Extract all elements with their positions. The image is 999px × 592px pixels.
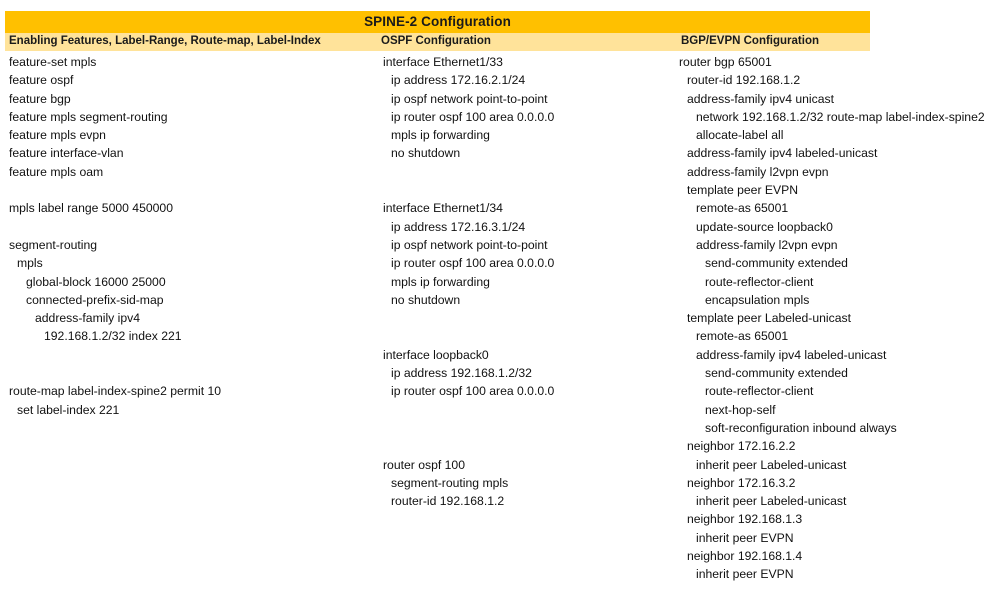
config-line: neighbor 172.16.2.2 bbox=[687, 439, 796, 454]
config-spacer bbox=[9, 364, 379, 382]
config-line: address-family ipv4 labeled-unicast bbox=[687, 146, 878, 161]
config-spacer bbox=[383, 419, 683, 437]
column-header-row: Enabling Features, Label-Range, Route-ma… bbox=[5, 33, 870, 51]
config-line: route-map label-index-spine2 permit 10 bbox=[9, 384, 222, 399]
config-line: soft-reconfiguration inbound always bbox=[705, 420, 897, 435]
config-line: neighbor 192.168.1.3 bbox=[687, 512, 803, 527]
config-line: feature mpls segment-routing bbox=[9, 109, 168, 124]
config-line: address-family l2vpn evpn bbox=[696, 237, 838, 252]
config-line: interface Ethernet1/33 bbox=[383, 55, 503, 69]
config-line: ip ospf network point-to-point bbox=[391, 91, 548, 106]
config-spacer bbox=[383, 401, 683, 419]
config-line: segment-routing mpls bbox=[391, 475, 509, 490]
config-line: ip ospf network point-to-point bbox=[391, 237, 548, 252]
config-line: send-community extended bbox=[705, 256, 848, 271]
config-line: remote-as 65001 bbox=[696, 201, 789, 216]
config-line: address-family ipv4 bbox=[35, 311, 140, 326]
config-line: allocate-label all bbox=[696, 128, 784, 143]
config-line: router bgp 65001 bbox=[679, 55, 772, 69]
config-line: inherit peer EVPN bbox=[696, 567, 794, 582]
config-line: send-community extended bbox=[705, 366, 848, 381]
config-line: address-family ipv4 unicast bbox=[687, 91, 834, 106]
config-line: neighbor 172.16.3.2 bbox=[687, 475, 796, 490]
config-spacer bbox=[383, 163, 683, 181]
config-spacer bbox=[383, 327, 683, 345]
config-line: router-id 192.168.1.2 bbox=[391, 494, 505, 509]
config-line: feature interface-vlan bbox=[9, 146, 124, 161]
config-spacer bbox=[9, 346, 379, 364]
config-column-bgp-evpn: router bgp 65001 router-id 192.168.1.2 add… bbox=[679, 53, 999, 584]
config-line: ip address 172.16.3.1/24 bbox=[391, 219, 526, 234]
config-line: address-family ipv4 labeled-unicast bbox=[696, 347, 887, 362]
config-line: network 192.168.1.2/32 route-map label-i… bbox=[696, 109, 985, 124]
config-line: feature bgp bbox=[9, 91, 71, 106]
config-line: 192.168.1.2/32 index 221 bbox=[44, 329, 182, 344]
config-column-ospf: interface Ethernet1/33 ip address 172.16.… bbox=[383, 53, 683, 510]
config-line: segment-routing bbox=[9, 237, 98, 252]
config-line: address-family l2vpn evpn bbox=[687, 164, 829, 179]
config-line: ip router ospf 100 area 0.0.0.0 bbox=[391, 384, 555, 399]
config-line: set label-index 221 bbox=[17, 402, 120, 417]
config-column-features: feature-set mpls feature ospf feature bgp f… bbox=[9, 53, 379, 419]
config-line: inherit peer Labeled-unicast bbox=[696, 457, 847, 472]
config-line: inherit peer EVPN bbox=[696, 530, 794, 545]
config-line: connected-prefix-sid-map bbox=[26, 292, 164, 307]
config-line: inherit peer Labeled-unicast bbox=[696, 494, 847, 509]
config-line: template peer EVPN bbox=[687, 183, 799, 198]
configuration-table: SPINE-2 Configuration Enabling Features,… bbox=[0, 0, 999, 592]
config-line: feature ospf bbox=[9, 73, 74, 88]
page-title: SPINE-2 Configuration bbox=[364, 14, 511, 30]
title-banner: SPINE-2 Configuration bbox=[5, 11, 870, 33]
config-line: interface loopback0 bbox=[383, 347, 489, 362]
config-line: feature mpls evpn bbox=[9, 128, 106, 143]
config-line: feature-set mpls bbox=[9, 55, 97, 69]
config-line: encapsulation mpls bbox=[705, 292, 810, 307]
config-spacer bbox=[383, 309, 683, 327]
column-header-ospf: OSPF Configuration bbox=[381, 35, 491, 48]
column-header-features: Enabling Features, Label-Range, Route-ma… bbox=[9, 35, 321, 48]
config-spacer bbox=[9, 218, 379, 236]
config-line: route-reflector-client bbox=[705, 274, 814, 289]
config-spacer bbox=[383, 437, 683, 455]
config-line: next-hop-self bbox=[705, 402, 776, 417]
column-header-bgp-evpn: BGP/EVPN Configuration bbox=[681, 35, 819, 48]
config-line: ip address 192.168.1.2/32 bbox=[391, 366, 532, 381]
config-line: route-reflector-client bbox=[705, 384, 814, 399]
config-line: no shutdown bbox=[391, 146, 461, 161]
config-line: feature mpls oam bbox=[9, 164, 104, 179]
config-line: ip address 172.16.2.1/24 bbox=[391, 73, 526, 88]
config-spacer bbox=[9, 181, 379, 199]
config-spacer bbox=[383, 181, 683, 199]
config-line: no shutdown bbox=[391, 292, 461, 307]
config-line: template peer Labeled-unicast bbox=[687, 311, 851, 326]
config-line: mpls label range 5000 450000 bbox=[9, 201, 173, 216]
config-line: update-source loopback0 bbox=[696, 219, 833, 234]
config-line: ip router ospf 100 area 0.0.0.0 bbox=[391, 256, 555, 271]
config-line: mpls ip forwarding bbox=[391, 128, 490, 143]
config-line: ip router ospf 100 area 0.0.0.0 bbox=[391, 109, 555, 124]
config-line: remote-as 65001 bbox=[696, 329, 789, 344]
config-line: router ospf 100 bbox=[383, 457, 465, 472]
config-line: neighbor 192.168.1.4 bbox=[687, 549, 803, 564]
config-line: global-block 16000 25000 bbox=[26, 274, 166, 289]
config-line: mpls ip forwarding bbox=[391, 274, 490, 289]
config-line: mpls bbox=[17, 256, 43, 271]
config-line: router-id 192.168.1.2 bbox=[687, 73, 801, 88]
config-line: interface Ethernet1/34 bbox=[383, 201, 503, 216]
